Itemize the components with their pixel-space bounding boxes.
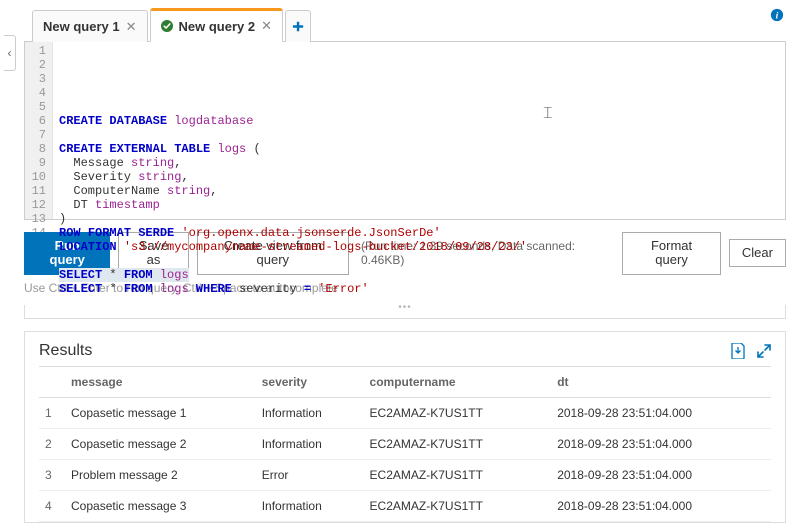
column-header: [39, 366, 65, 397]
table-cell: EC2AMAZ-K7US1TT: [364, 397, 552, 428]
table-cell: Information: [256, 490, 364, 521]
text-cursor-icon: ⌶: [543, 107, 553, 121]
table-cell: 2018-09-28 23:51:04.000: [551, 490, 771, 521]
table-cell: Copasetic message 3: [65, 490, 256, 521]
tab-query-1[interactable]: New query 1 ✕: [32, 10, 148, 42]
plus-icon: ➕︎: [293, 18, 304, 35]
table-row[interactable]: 1Copasetic message 1InformationEC2AMAZ-K…: [39, 397, 771, 428]
column-header: message: [65, 366, 256, 397]
results-table: messageseveritycomputernamedt 1Copasetic…: [39, 366, 771, 522]
table-cell: Information: [256, 428, 364, 459]
query-tabs: New query 1 ✕ New query 2 ✕ ➕︎: [24, 8, 786, 42]
table-cell: 2018-09-28 23:51:04.000: [551, 428, 771, 459]
download-icon[interactable]: [731, 343, 745, 359]
tab-query-2[interactable]: New query 2 ✕: [150, 8, 284, 42]
sidebar-collapse-handle[interactable]: ‹: [4, 35, 16, 71]
table-cell: 1: [39, 397, 65, 428]
table-cell: EC2AMAZ-K7US1TT: [364, 428, 552, 459]
table-cell: EC2AMAZ-K7US1TT: [364, 490, 552, 521]
results-panel: Results messageseveritycomputernamedt 1C…: [24, 331, 786, 523]
info-icon[interactable]: i: [770, 8, 784, 25]
table-cell: 2: [39, 428, 65, 459]
table-cell: Problem message 2: [65, 459, 256, 490]
table-cell: Error: [256, 459, 364, 490]
expand-icon[interactable]: [757, 343, 771, 359]
editor-gutter: 12345678910111213141516: [25, 42, 53, 219]
svg-text:i: i: [776, 11, 779, 22]
column-header: dt: [551, 366, 771, 397]
table-cell: Copasetic message 2: [65, 428, 256, 459]
table-row[interactable]: 2Copasetic message 2InformationEC2AMAZ-K…: [39, 428, 771, 459]
add-tab-button[interactable]: ➕︎: [285, 10, 311, 42]
column-header: severity: [256, 366, 364, 397]
close-icon[interactable]: ✕: [126, 19, 137, 35]
table-cell: 2018-09-28 23:51:04.000: [551, 459, 771, 490]
table-row[interactable]: 3Problem message 2ErrorEC2AMAZ-K7US1TT20…: [39, 459, 771, 490]
sql-editor[interactable]: 12345678910111213141516 ⌶ CREATE DATABAS…: [24, 42, 786, 220]
success-icon: [161, 20, 173, 32]
column-header: computername: [364, 366, 552, 397]
table-cell: 2018-09-28 23:51:04.000: [551, 397, 771, 428]
tab-label: New query 1: [43, 19, 120, 34]
table-row[interactable]: 4Copasetic message 3InformationEC2AMAZ-K…: [39, 490, 771, 521]
table-cell: Copasetic message 1: [65, 397, 256, 428]
editor-code[interactable]: ⌶ CREATE DATABASE logdatabase CREATE EXT…: [53, 42, 785, 219]
close-icon[interactable]: ✕: [261, 18, 272, 34]
tab-label: New query 2: [179, 19, 256, 34]
table-cell: 3: [39, 459, 65, 490]
results-title: Results: [39, 342, 92, 360]
table-cell: EC2AMAZ-K7US1TT: [364, 459, 552, 490]
table-cell: 4: [39, 490, 65, 521]
table-cell: Information: [256, 397, 364, 428]
